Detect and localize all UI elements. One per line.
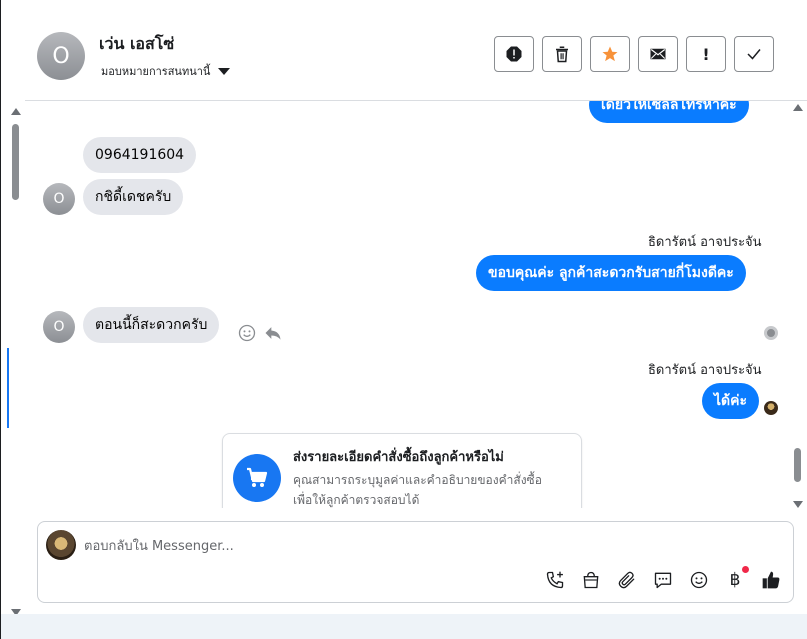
reply-composer: ฿ — [37, 521, 794, 603]
shop-button[interactable] — [579, 568, 603, 592]
baht-icon: ฿ — [729, 570, 741, 590]
message-bubble-outgoing[interactable]: เดี๋ยวให้เซลล์โทรหาค่ะ — [589, 101, 749, 123]
follow-up-button[interactable]: ! — [686, 36, 726, 72]
payment-button[interactable]: ฿ — [723, 566, 749, 592]
scroll-thumb[interactable] — [12, 124, 19, 200]
message-actions — [237, 323, 283, 343]
reply-arrow-icon[interactable] — [263, 323, 283, 343]
order-card-description: เพื่อให้ลูกค้าตรวจสอบได้ — [293, 493, 420, 507]
contact-mini-avatar[interactable]: O — [43, 183, 75, 215]
react-smiley-icon[interactable] — [237, 323, 257, 343]
agent-name: ธิดารัตน์ อาจประจัน — [648, 363, 762, 378]
seen-indicator — [764, 326, 778, 340]
assign-conversation-dropdown[interactable]: มอบหมายการสนทนานี้ — [101, 62, 231, 80]
conversation-header: O เว่น เอสโซ่ มอบหมายการสนทนานี้ ! — [25, 8, 807, 101]
avatar-initial: O — [52, 43, 70, 69]
message-bubble-outgoing[interactable]: ได้ค่ะ — [702, 383, 760, 419]
order-card-description: คุณสามารถระบุมูลค่าและคำอธิบายของคำสั่งซ… — [293, 473, 542, 487]
bottom-band — [1, 614, 807, 639]
order-details-card[interactable]: ส่งรายละเอียดคำสั่งซื้อถึงลูกค้าหรือไม่ … — [222, 433, 582, 508]
thumbs-up-icon — [762, 571, 780, 589]
message-bubble-incoming[interactable]: ตอนนี้ก็สะดวกครับ — [83, 307, 220, 343]
emoji-button[interactable] — [687, 568, 711, 592]
avatar-initial: O — [53, 319, 65, 335]
checkmark-icon — [747, 49, 761, 60]
message-bubble-incoming[interactable]: 0964191604 — [83, 137, 197, 173]
exclamation-icon: ! — [702, 44, 710, 64]
message-thread: เดี๋ยวให้เซลล์โทรหาค่ะ 0964191604 กชิดี้… — [25, 101, 807, 508]
contact-avatar[interactable]: O — [37, 32, 85, 80]
shopping-bag-icon — [583, 571, 599, 589]
scroll-thumb[interactable] — [794, 448, 801, 482]
message-bubble-outgoing[interactable]: ขอบคุณค่ะ ลูกค้าสะดวกรับสายกี่โมงดีคะ — [476, 255, 746, 291]
octagon-alert-icon — [506, 46, 522, 62]
left-scrollbar[interactable] — [7, 108, 25, 616]
trash-icon — [556, 46, 568, 63]
spam-button[interactable] — [494, 36, 534, 72]
chat-bubble-icon — [654, 572, 672, 589]
attach-button[interactable] — [615, 568, 639, 592]
saved-replies-button[interactable] — [651, 568, 675, 592]
envelope-icon — [650, 48, 666, 60]
mark-done-button[interactable] — [734, 36, 774, 72]
star-button[interactable] — [590, 36, 630, 72]
cart-badge — [233, 454, 281, 502]
paperclip-icon — [618, 571, 635, 589]
email-button[interactable] — [638, 36, 678, 72]
conversation-window: O เว่น เอสโซ่ มอบหมายการสนทนานี้ ! เดี๋ย… — [0, 0, 807, 639]
scroll-up-arrow-icon[interactable] — [793, 104, 803, 111]
reply-input[interactable] — [84, 534, 774, 558]
agent-name: ธิดารัตน์ อาจประจัน — [648, 235, 762, 250]
scroll-up-arrow-icon[interactable] — [11, 108, 21, 115]
contact-mini-avatar[interactable]: O — [43, 311, 75, 343]
page-avatar — [46, 530, 76, 560]
assign-label: มอบหมายการสนทนานี้ — [101, 65, 211, 78]
scroll-down-arrow-icon[interactable] — [793, 501, 803, 508]
header-actions: ! — [494, 36, 774, 72]
caret-down-icon — [218, 67, 231, 75]
like-button[interactable] — [759, 568, 783, 592]
seen-avatar — [764, 401, 778, 415]
thread-scrollbar[interactable] — [791, 104, 805, 508]
delete-button[interactable] — [542, 36, 582, 72]
avatar-initial: O — [53, 191, 65, 207]
call-button[interactable] — [543, 568, 567, 592]
smiley-icon — [690, 571, 708, 589]
composer-toolbar: ฿ — [543, 566, 783, 592]
phone-plus-icon — [546, 571, 564, 589]
active-indicator — [7, 348, 9, 428]
contact-name: เว่น เอสโซ่ — [99, 34, 175, 53]
notification-dot — [742, 566, 749, 573]
message-bubble-incoming[interactable]: กชิดี้เดชครับ — [83, 179, 184, 215]
order-card-title: ส่งรายละเอียดคำสั่งซื้อถึงลูกค้าหรือไม่ — [293, 450, 504, 465]
star-icon — [602, 46, 618, 62]
shopping-cart-icon — [247, 467, 268, 487]
